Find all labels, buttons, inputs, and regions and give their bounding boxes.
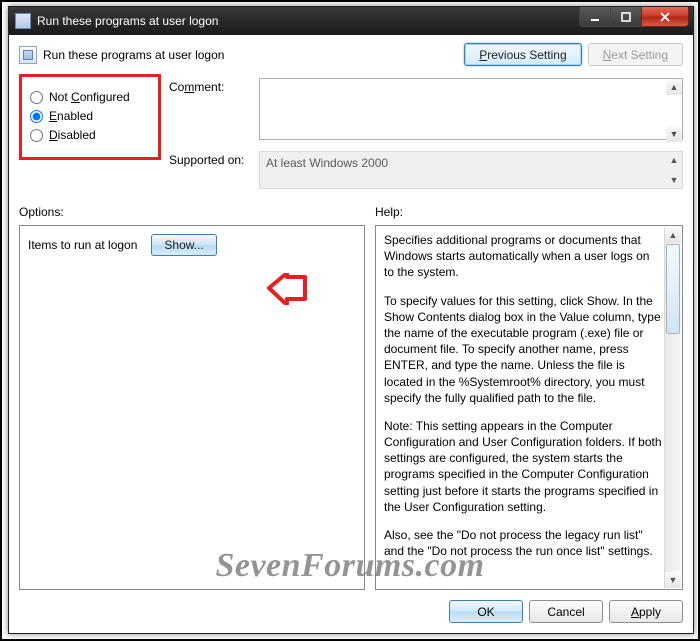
options-section-label: Options: [19, 205, 365, 219]
ok-button[interactable]: OK [449, 600, 523, 623]
radio-disabled[interactable]: Disabled [28, 128, 142, 142]
radio-not-configured[interactable]: Not Configured [28, 90, 142, 104]
radio-label: Enabled [49, 109, 93, 123]
client-area: Run these programs at user logon Previou… [9, 35, 693, 633]
maximize-button[interactable] [610, 7, 642, 27]
items-to-run-label: Items to run at logon [28, 238, 137, 252]
comment-label: Comment: [169, 78, 259, 94]
scroll-up-icon[interactable]: ▲ [666, 152, 682, 168]
options-panel: Items to run at logon Show... [19, 225, 365, 590]
close-icon [659, 11, 671, 23]
scroll-up-icon[interactable]: ▲ [665, 227, 681, 243]
supported-on-label: Supported on: [169, 151, 259, 167]
supported-on-value: At least Windows 2000 [259, 151, 683, 189]
help-section-label: Help: [375, 205, 683, 219]
radio-label: Not Configured [49, 90, 130, 104]
policy-icon [15, 13, 31, 29]
window-title: Run these programs at user logon [37, 14, 218, 28]
scroll-down-icon[interactable]: ▼ [666, 126, 682, 142]
help-paragraph: Also, see the "Do not process the legacy… [384, 527, 662, 559]
maximize-icon [620, 11, 632, 23]
previous-setting-button[interactable]: Previous Setting [464, 43, 581, 66]
minimize-icon [589, 11, 601, 23]
help-paragraph: To specify values for this setting, clic… [384, 293, 662, 406]
scroll-up-icon[interactable]: ▲ [666, 79, 682, 95]
radio-label: Disabled [49, 128, 96, 142]
help-paragraph: Note: This setting appears in the Comput… [384, 418, 662, 515]
radio-input-not-configured[interactable] [30, 91, 43, 104]
radio-enabled[interactable]: Enabled [28, 109, 142, 123]
next-setting-button[interactable]: Next Setting [588, 43, 683, 66]
policy-icon [19, 46, 37, 64]
show-button[interactable]: Show... [151, 234, 216, 256]
scroll-thumb[interactable] [666, 244, 680, 334]
help-paragraph: Specifies additional programs or documen… [384, 232, 662, 281]
state-radio-group: Not Configured Enabled Disabled [19, 74, 161, 160]
apply-button[interactable]: Apply [609, 600, 683, 623]
cancel-button[interactable]: Cancel [529, 600, 603, 623]
policy-title: Run these programs at user logon [43, 48, 224, 62]
radio-input-disabled[interactable] [30, 129, 43, 142]
help-panel: Specifies additional programs or documen… [375, 225, 683, 590]
dialog-window: Run these programs at user logon Run the… [8, 6, 694, 634]
scroll-down-icon[interactable]: ▼ [665, 572, 681, 588]
minimize-button[interactable] [579, 7, 611, 27]
radio-input-enabled[interactable] [30, 110, 43, 123]
scroll-down-icon[interactable]: ▼ [666, 172, 682, 188]
comment-textarea[interactable] [259, 78, 683, 140]
help-scrollbar[interactable]: ▲ ▼ [664, 227, 681, 588]
titlebar[interactable]: Run these programs at user logon [9, 7, 693, 35]
close-button[interactable] [641, 7, 689, 27]
